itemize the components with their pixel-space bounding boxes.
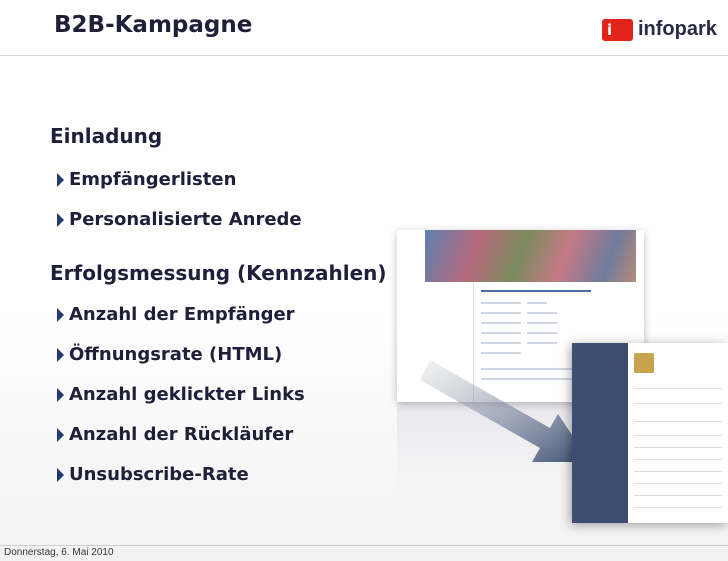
bullet-arrow-icon: [57, 467, 64, 482]
bullet-label: Anzahl der Empfänger: [69, 304, 295, 325]
admin-sidebar: [572, 343, 628, 523]
bullet-label: Anzahl der Rückläufer: [69, 424, 294, 445]
bullet-label: Anzahl geklickter Links: [69, 384, 305, 405]
bullet-item: Öffnungsrate (HTML): [57, 344, 282, 365]
infopark-logo-icon: i: [602, 18, 633, 41]
section-heading-erfolgsmessung: Erfolgsmessung (Kennzahlen): [50, 261, 387, 285]
bullet-item: Anzahl der Empfänger: [57, 304, 295, 325]
logo-text: infopark: [638, 18, 717, 40]
bullet-label: Empfängerlisten: [69, 169, 237, 190]
bullet-arrow-icon: [57, 172, 64, 187]
logo: i infopark: [602, 18, 717, 41]
bullet-item: Unsubscribe-Rate: [57, 464, 249, 485]
bullet-arrow-icon: [57, 427, 64, 442]
section-heading-einladung: Einladung: [50, 124, 163, 148]
slide-title: B2B-Kampagne: [54, 12, 253, 38]
bullet-arrow-icon: [57, 212, 64, 227]
bullet-label: Personalisierte Anrede: [69, 209, 302, 230]
bullet-arrow-icon: [57, 387, 64, 402]
header-divider: [0, 55, 728, 56]
bullet-label: Öffnungsrate (HTML): [69, 344, 283, 365]
footer-date: Donnerstag, 6. Mai 2010: [4, 547, 114, 558]
admin-page-screenshot: [572, 343, 728, 523]
bullet-item: Personalisierte Anrede: [57, 209, 302, 230]
bullet-item: Anzahl geklickter Links: [57, 384, 305, 405]
bullet-item: Anzahl der Rückläufer: [57, 424, 293, 445]
footer-divider: [0, 545, 728, 546]
bullet-label: Unsubscribe-Rate: [69, 464, 249, 485]
aerial-map-image: [425, 230, 636, 282]
bullet-arrow-icon: [57, 307, 64, 322]
bullet-item: Empfängerlisten: [57, 169, 236, 190]
bullet-arrow-icon: [57, 347, 64, 362]
